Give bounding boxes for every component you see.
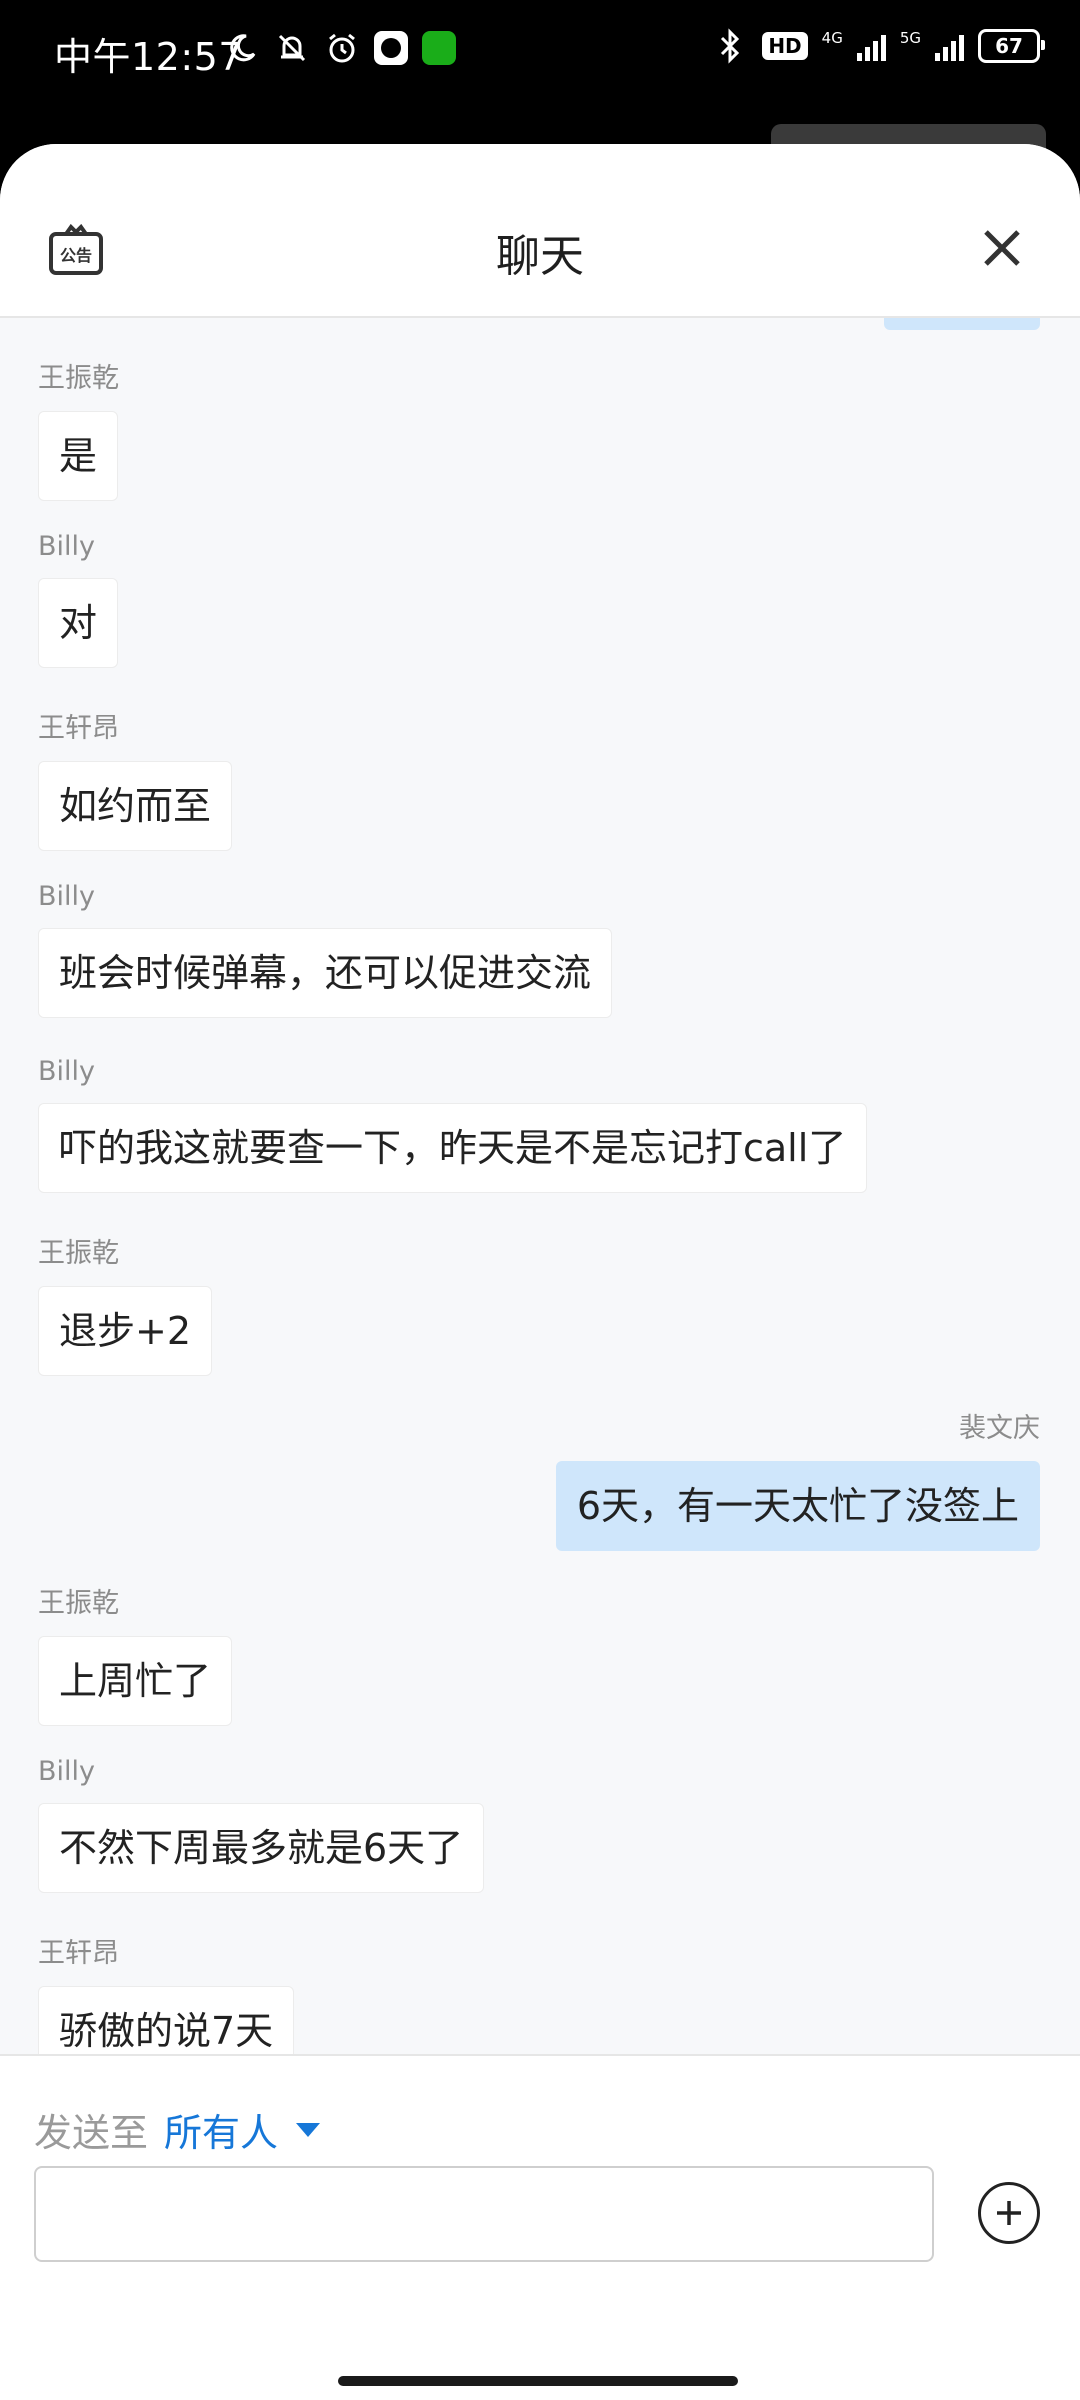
moon-icon: [224, 30, 260, 66]
message-sender: 王轩昂: [38, 713, 119, 744]
message-bubble[interactable]: 对: [38, 578, 119, 668]
compose-area: 发送至 所有人: [0, 2054, 1080, 2400]
message-item: 王振乾 上周忙了: [38, 1581, 233, 1726]
status-icons-left: [224, 30, 456, 66]
message-bubble[interactable]: 上周忙了: [38, 1636, 233, 1726]
message-bubble[interactable]: 是: [38, 411, 119, 501]
message-sender: Billy: [38, 881, 96, 912]
bluetooth-icon: [712, 28, 748, 64]
message-bubble[interactable]: 不然下周最多就是6天了: [38, 1803, 485, 1893]
hd-voice-badge: HD: [762, 32, 808, 60]
chat-header: 公告 聊天: [0, 144, 1080, 318]
plus-icon: [997, 2201, 1021, 2225]
message-bubble[interactable]: 班会时候弹幕，还可以促进交流: [38, 928, 613, 1018]
message-bubble[interactable]: 6天，有一天太忙了没签上: [555, 1461, 1040, 1551]
wechat-icon: [422, 31, 456, 65]
message-item: 王振乾 退步+2: [38, 1231, 213, 1376]
message-item: Billy 班会时候弹幕，还可以促进交流: [38, 881, 613, 1018]
signal-icon-1: [856, 31, 886, 61]
message-sender: 王振乾: [38, 363, 119, 394]
bell-muted-icon: [274, 30, 310, 66]
status-bar: 中午12:57 HD 4G 5G 67: [0, 0, 1080, 110]
send-to-target[interactable]: 所有人: [164, 2102, 278, 2157]
add-attachment-button[interactable]: [978, 2182, 1040, 2244]
partial-message-bubble: [884, 318, 1040, 330]
message-sender: Billy: [38, 1056, 96, 1087]
message-sender: 王振乾: [38, 1588, 119, 1619]
message-sender: 王轩昂: [38, 1938, 119, 1969]
message-sender: Billy: [38, 1756, 96, 1787]
network-type-2: 5G: [899, 29, 921, 47]
message-bubble[interactable]: 退步+2: [38, 1286, 213, 1376]
dropdown-arrow-icon[interactable]: [296, 2122, 321, 2137]
send-to-label: 发送至: [34, 2111, 149, 2155]
message-sender: 王振乾: [38, 1238, 119, 1269]
message-bubble[interactable]: 吓的我这就要查一下，昨天是不是忘记打call了: [38, 1103, 868, 1193]
message-item: 王振乾 是: [38, 356, 119, 501]
chat-sheet: 公告 聊天 王振乾 是 Billy 对 王轩昂 如约而至 Billy 班会时候弹…: [0, 144, 1080, 2400]
message-item: Billy 不然下周最多就是6天了: [38, 1756, 485, 1893]
close-icon[interactable]: [980, 226, 1024, 270]
message-bubble[interactable]: 如约而至: [38, 761, 233, 851]
status-time: 中午12:57: [54, 35, 244, 79]
message-input[interactable]: [34, 2166, 934, 2262]
page-title: 聊天: [496, 231, 584, 282]
battery-icon: 67: [978, 29, 1045, 63]
network-type-1: 4G: [821, 29, 843, 47]
message-sender: Billy: [38, 531, 96, 562]
home-indicator[interactable]: [338, 2376, 738, 2386]
watch-app-icon: [374, 31, 408, 65]
status-icons-right: HD 4G 5G 67: [712, 28, 1045, 64]
message-item: 王轩昂 如约而至: [38, 706, 233, 851]
message-list[interactable]: 王振乾 是 Billy 对 王轩昂 如约而至 Billy 班会时候弹幕，还可以促…: [0, 318, 1080, 2198]
message-item: Billy 对: [38, 531, 119, 668]
signal-icon-2: [935, 31, 964, 61]
alarm-icon: [324, 30, 360, 66]
message-item-self: 裴文庆 6天，有一天太忙了没签上: [555, 1406, 1040, 1551]
send-to-selector[interactable]: 发送至 所有人: [34, 2102, 321, 2157]
message-item: Billy 吓的我这就要查一下，昨天是不是忘记打call了: [38, 1056, 868, 1193]
message-sender: 裴文庆: [959, 1413, 1040, 1444]
